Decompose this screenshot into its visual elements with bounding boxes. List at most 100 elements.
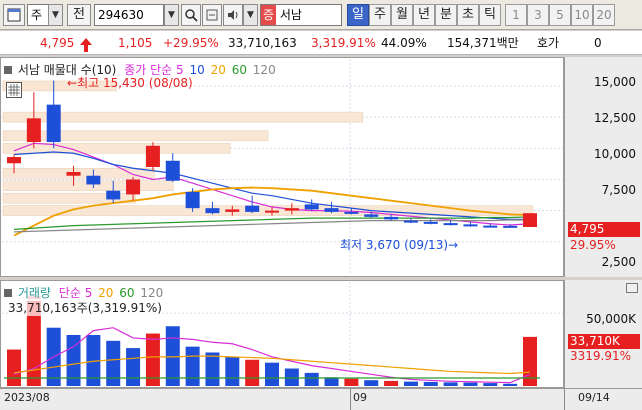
period-tab-1[interactable]: 주: [369, 4, 391, 26]
volume-bar: [304, 372, 319, 386]
volume-legend-title: 거래량: [17, 286, 51, 300]
date-label-start: 2023/08: [4, 391, 50, 404]
pane-collapse-icon[interactable]: [626, 283, 638, 293]
date-divider: [350, 388, 351, 410]
candle-body: [384, 216, 399, 220]
quote-bar: 4,795 1,105 +29.95% 33,710,163 3,319.91%…: [0, 31, 642, 55]
search-icon[interactable]: [181, 4, 201, 26]
candle-body: [145, 145, 160, 167]
chevron-down-icon[interactable]: ▼: [48, 4, 63, 26]
volume-bar: [284, 368, 299, 386]
candle-body: [463, 224, 478, 227]
candle-body: [165, 160, 180, 181]
toolbar: 주 ▼ 전 294630 ▼ ▼ 증 서남 일 주 월 년 분 초 틱 1 3 5 10 20: [0, 0, 642, 30]
arrow-left-icon: ←: [67, 76, 78, 90]
candle-body: [245, 205, 260, 212]
volume-profile-bar: [2, 143, 231, 154]
history-button[interactable]: 전: [67, 4, 91, 26]
ma-line-120: [13, 219, 530, 233]
volume-legend-ma-20: 20: [98, 286, 114, 300]
volume-bar: [245, 359, 260, 386]
volume-ratio: 3,319.91%: [311, 36, 376, 50]
volume-pct-tag: 3319.91%: [570, 349, 632, 363]
period-tab-6[interactable]: 틱: [479, 4, 501, 26]
volume-value: 33,710,163: [228, 36, 297, 50]
candle-body: [66, 171, 81, 176]
candle-body: [106, 190, 121, 200]
volume-legend-ma-5: 5: [84, 286, 93, 300]
candle-body: [523, 213, 537, 227]
candle-body: [26, 118, 41, 143]
sound-dropdown-icon[interactable]: ▼: [243, 4, 258, 26]
volume-info: 33,710,163주(3,319.91%): [8, 299, 162, 316]
volume-bar: [7, 349, 21, 386]
current-pct-tag: 29.95%: [570, 238, 616, 252]
volume-bar: [126, 348, 141, 386]
y-tick: 7,500: [601, 183, 636, 197]
volume-legend-ma-60: 60: [119, 286, 135, 300]
volume-bar: [225, 356, 240, 386]
minute-option-3[interactable]: 3: [527, 4, 549, 26]
y-tick: 15,000: [594, 75, 636, 89]
date-axis: [0, 388, 642, 410]
period-tab-4[interactable]: 분: [435, 4, 457, 26]
price-change: 1,105: [118, 36, 153, 50]
volume-bar: [384, 380, 399, 386]
low-annotation-text: 최저 3,670 (09/13): [340, 238, 449, 252]
period-tab-5[interactable]: 초: [457, 4, 479, 26]
y-tick: 2,500: [601, 255, 636, 269]
volume-legend-ma-prefix: 단순: [58, 286, 81, 300]
minute-option-20[interactable]: 20: [593, 4, 615, 26]
y-tick: 10,000: [594, 147, 636, 161]
volume-bar: [364, 380, 379, 386]
stock-name: 서남: [279, 8, 302, 22]
volume-bar: [523, 336, 537, 386]
bid-ask-value: 0: [594, 36, 602, 50]
minute-option-1[interactable]: 1: [505, 4, 527, 26]
candle-body: [364, 214, 379, 217]
trade-value: 154,371백만: [447, 36, 519, 50]
candle-body: [86, 175, 101, 185]
legend-ma-60: 60: [231, 63, 247, 77]
stock-code-input[interactable]: 294630: [94, 4, 164, 26]
magnifier-icon[interactable]: [202, 4, 222, 26]
candle-body: [126, 179, 141, 195]
y-tick: 50,000K: [586, 312, 636, 326]
minute-option-5[interactable]: 5: [549, 4, 571, 26]
market-badge: 증: [261, 5, 277, 25]
date-label-current: 09/14: [578, 391, 610, 404]
chart-type-select[interactable]: 주: [27, 4, 49, 26]
high-annotation: ←최고 15,430 (08/08): [67, 74, 193, 91]
volume-bar: [205, 352, 220, 386]
minute-option-10[interactable]: 10: [571, 4, 593, 26]
volume-legend-ma-120: 120: [140, 286, 164, 300]
volume-bar: [344, 378, 359, 386]
period-tab-3[interactable]: 년: [413, 4, 435, 26]
period-tab-2[interactable]: 월: [391, 4, 413, 26]
low-annotation: 최저 3,670 (09/13)→: [340, 236, 458, 253]
window-icon[interactable]: [3, 4, 25, 26]
candle-body: [324, 208, 339, 212]
volume-bar: [503, 383, 518, 386]
sound-icon[interactable]: [223, 4, 243, 26]
candle-body: [265, 210, 279, 213]
legend-box-icon: [4, 289, 12, 297]
volume-bar: [265, 362, 279, 386]
date-label-month: 09: [353, 391, 367, 404]
arrow-right-icon: →: [448, 238, 459, 252]
grid-toggle-icon[interactable]: [6, 82, 22, 98]
candle-body: [7, 157, 21, 164]
legend-ma-120: 120: [252, 63, 276, 77]
code-dropdown-icon[interactable]: ▼: [164, 4, 179, 26]
period-tab-0[interactable]: 일: [347, 4, 369, 26]
volume-bar: [106, 340, 121, 386]
volume-bar: [403, 381, 418, 386]
turnover-pct: 44.09%: [381, 36, 427, 50]
candle-body: [423, 221, 438, 224]
legend-box-icon: [4, 66, 12, 74]
volume-bar: [423, 381, 438, 386]
high-annotation-text: 최고 15,430 (08/08): [77, 76, 193, 90]
candle-body: [185, 191, 200, 209]
current-price-tag: 4,795: [568, 222, 640, 237]
volume-bar: [463, 382, 478, 386]
